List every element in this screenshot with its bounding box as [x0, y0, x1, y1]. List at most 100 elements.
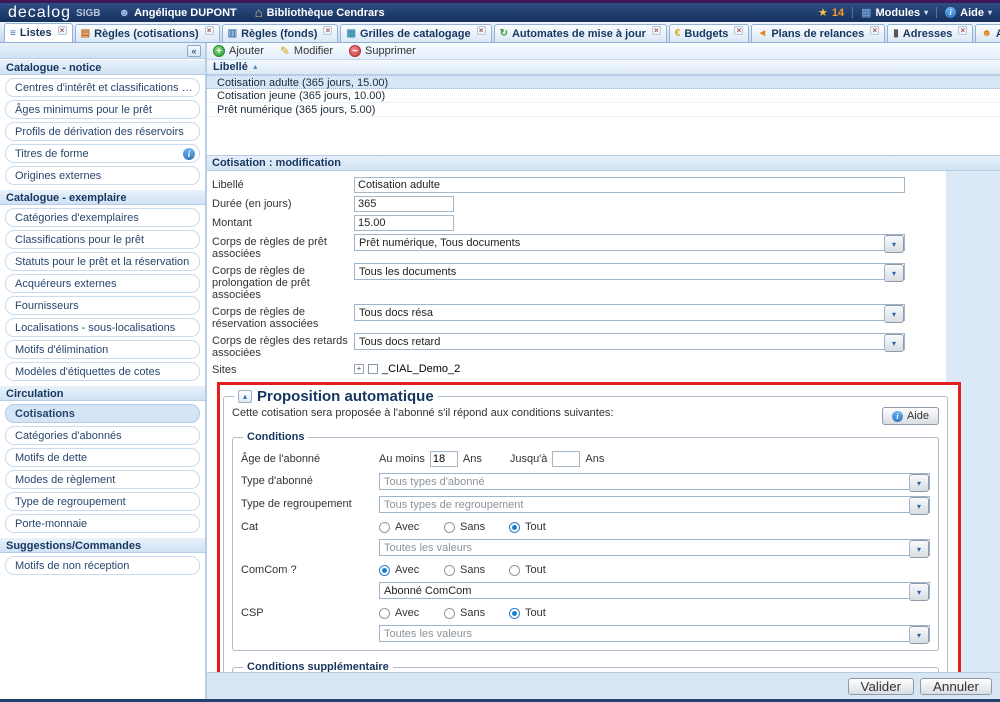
chevron-down-icon[interactable]: ▾ — [909, 626, 929, 644]
chevron-down-icon[interactable]: ▾ — [884, 305, 904, 323]
info-icon[interactable]: i — [183, 148, 195, 160]
notifications[interactable]: ★ 14 — [818, 6, 844, 19]
sidebar-item-porte-monnaie[interactable]: Porte-monnaie — [5, 514, 200, 533]
close-icon[interactable]: × — [652, 26, 661, 35]
duree-field[interactable] — [354, 196, 454, 212]
close-icon[interactable]: × — [323, 26, 332, 35]
comcom-radio-avec[interactable]: Avec — [379, 564, 444, 576]
sidebar-item-origines-externes[interactable]: Origines externes — [5, 166, 200, 185]
aide-button[interactable]: i Aide — [882, 407, 939, 425]
table-row[interactable]: Prêt numérique (365 jours, 5.00) — [207, 103, 1000, 117]
valider-button[interactable]: Valider — [848, 678, 915, 695]
sidebar-item-categories-abonnes[interactable]: Catégories d'abonnés — [5, 426, 200, 445]
sidebar-item-motifs-elimination[interactable]: Motifs d'élimination — [5, 340, 200, 359]
csp-values-select[interactable]: Toutes les valeurs ▾ — [379, 625, 930, 642]
sidebar-item-label: Statuts pour le prêt et la réservation — [15, 254, 195, 271]
sidebar-item-motifs-dette[interactable]: Motifs de dette — [5, 448, 200, 467]
chevron-down-icon[interactable]: ▾ — [909, 497, 929, 515]
cat-radio-tout[interactable]: Tout — [509, 521, 574, 533]
libelle-field[interactable] — [354, 177, 905, 193]
sidebar-item-titres-de-forme[interactable]: Titres de forme i — [5, 144, 200, 163]
star-icon: ★ — [818, 6, 828, 19]
sidebar-item-fournisseurs[interactable]: Fournisseurs — [5, 296, 200, 315]
section-circulation: Circulation — [0, 385, 205, 401]
tab-grilles-catalogage[interactable]: ▦ Grilles de catalogage × — [340, 24, 491, 42]
sidebar-item-profils-derivation[interactable]: Profils de dérivation des réservoirs — [5, 122, 200, 141]
csp-radio-avec[interactable]: Avec — [379, 607, 444, 619]
tab-regles-cotisations[interactable]: ▤ Règles (cotisations) × — [75, 24, 220, 42]
close-icon[interactable]: × — [477, 26, 486, 35]
chevron-down-icon[interactable]: ▾ — [909, 474, 929, 492]
reservation-select[interactable]: Tous docs résa ▾ — [354, 304, 905, 321]
sidebar-item-categories-exemplaires[interactable]: Catégories d'exemplaires — [5, 208, 200, 227]
age-max-field[interactable] — [552, 451, 580, 467]
type-regroupement-select[interactable]: Tous types de regroupement ▾ — [379, 496, 930, 513]
close-icon[interactable]: × — [205, 26, 214, 35]
supprimer-button[interactable]: − Supprimer — [349, 45, 416, 57]
collapse-up-icon[interactable]: ▴ — [238, 390, 252, 403]
montant-field[interactable] — [354, 215, 454, 231]
chevron-down-icon[interactable]: ▾ — [884, 264, 904, 282]
tab-adresses[interactable]: ▮ Adresses × — [887, 24, 973, 42]
retards-select[interactable]: Tous docs retard ▾ — [354, 333, 905, 350]
type-regroupement-label: Type de regroupement — [241, 496, 379, 510]
sidebar-item-statuts-pret-reservation[interactable]: Statuts pour le prêt et la réservation — [5, 252, 200, 271]
tab-abonnes-fonctionnels[interactable]: ☻ Abonnés fonctionnels × — [975, 24, 1000, 42]
close-icon[interactable]: × — [870, 26, 879, 35]
pencil-icon: ✎ — [280, 44, 290, 58]
chevron-down-icon[interactable]: ▾ — [884, 235, 904, 253]
aide-menu[interactable]: i Aide ▾ — [945, 7, 992, 19]
chevron-down-icon[interactable]: ▾ — [884, 334, 904, 352]
close-icon[interactable]: × — [58, 26, 67, 35]
cat-values-select[interactable]: Toutes les valeurs ▾ — [379, 539, 930, 556]
cat-radio-avec[interactable]: Avec — [379, 521, 444, 533]
sidebar-item-label: Cotisations — [15, 406, 195, 423]
chevron-down-icon[interactable]: ▾ — [909, 583, 929, 601]
sidebar-item-centres-interet[interactable]: Centres d'intérêt et classifications spé… — [5, 78, 200, 97]
sidebar-item-motifs-non-reception[interactable]: Motifs de non réception — [5, 556, 200, 575]
tab-automates[interactable]: ↻ Automates de mise à jour × — [494, 24, 667, 42]
close-icon[interactable]: × — [734, 26, 743, 35]
sidebar-item-cotisations[interactable]: Cotisations — [5, 404, 200, 423]
sidebar-item-modeles-etiquettes[interactable]: Modèles d'étiquettes de cotes — [5, 362, 200, 381]
ajouter-button[interactable]: + Ajouter — [213, 45, 264, 57]
tab-listes[interactable]: ≡ Listes × — [4, 23, 73, 42]
comcom-values-select[interactable]: Abonné ComCom ▾ — [379, 582, 930, 599]
comcom-radio-sans[interactable]: Sans — [444, 564, 509, 576]
modifier-button[interactable]: ✎ Modifier — [280, 44, 333, 58]
prolongation-select[interactable]: Tous les documents ▾ — [354, 263, 905, 280]
radio-icon — [509, 565, 520, 576]
table-row[interactable]: Cotisation jeune (365 jours, 10.00) — [207, 89, 1000, 103]
sidebar-item-ages-minimums[interactable]: Âges minimums pour le prêt — [5, 100, 200, 119]
current-library[interactable]: ⌂ Bibliothèque Cendrars — [255, 5, 385, 20]
table-header-libelle[interactable]: Libellé ▲ — [207, 60, 1000, 75]
csp-radio-sans[interactable]: Sans — [444, 607, 509, 619]
current-user[interactable]: ☻ Angélique DUPONT — [119, 7, 237, 19]
modules-menu[interactable]: ▦ Modules ▾ — [861, 6, 928, 19]
library-name: Bibliothèque Cendrars — [267, 7, 385, 19]
annuler-button[interactable]: Annuler — [920, 678, 992, 695]
cat-radio-sans[interactable]: Sans — [444, 521, 509, 533]
csp-radio-tout[interactable]: Tout — [509, 607, 574, 619]
age-min-field[interactable] — [430, 451, 458, 467]
tab-budgets[interactable]: € Budgets × — [669, 24, 750, 42]
tab-regles-fonds[interactable]: ▥ Règles (fonds) × — [222, 24, 339, 42]
type-abonne-select[interactable]: Tous types d'abonné ▾ — [379, 473, 930, 490]
sidebar-item-acquereurs-externes[interactable]: Acquéreurs externes — [5, 274, 200, 293]
table-row[interactable]: Cotisation adulte (365 jours, 15.00) — [207, 75, 1000, 89]
site-checkbox[interactable] — [368, 364, 378, 374]
close-icon[interactable]: × — [958, 26, 967, 35]
comcom-radio-tout[interactable]: Tout — [509, 564, 574, 576]
tab-plans-relances[interactable]: ◄ Plans de relances × — [751, 24, 885, 42]
sidebar-item-localisations[interactable]: Localisations - sous-localisations — [5, 318, 200, 337]
radio-label: Avec — [395, 607, 419, 619]
regles-pret-select[interactable]: Prêt numérique, Tous documents ▾ — [354, 234, 905, 251]
chevron-down-icon[interactable]: ▾ — [909, 540, 929, 558]
sidebar-item-modes-reglement[interactable]: Modes de règlement — [5, 470, 200, 489]
selected-value: Abonné ComCom — [380, 585, 909, 597]
modifier-label: Modifier — [294, 45, 333, 57]
sidebar-item-classifications-pret[interactable]: Classifications pour le prêt — [5, 230, 200, 249]
sidebar-item-type-regroupement[interactable]: Type de regroupement — [5, 492, 200, 511]
collapse-sidebar-button[interactable]: « — [187, 45, 201, 57]
tree-expand-icon[interactable]: + — [354, 364, 364, 374]
